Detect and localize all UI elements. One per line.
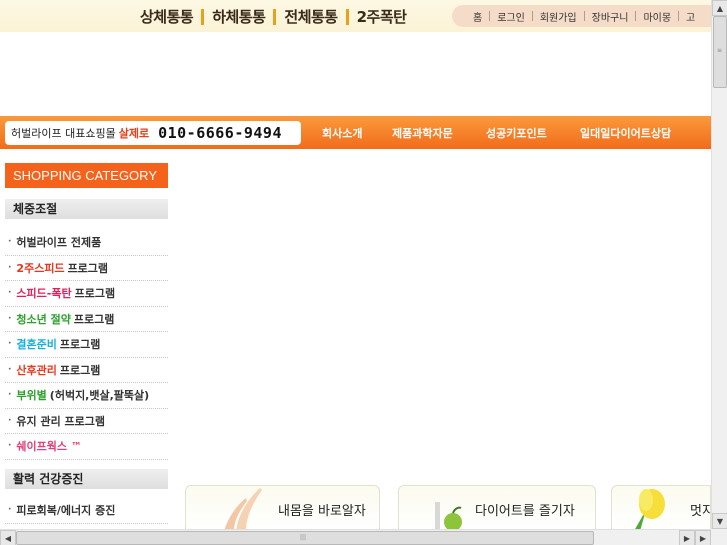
category-item[interactable]: · 청소년 절약 프로그램: [5, 307, 168, 332]
hand-image: [224, 488, 262, 529]
promo-link-2week[interactable]: 2주폭탄: [357, 6, 407, 27]
phone-box: 허벌라이프 대표쇼핑몰 살제로 010-6666-9494: [5, 121, 301, 145]
banner-title: 다이어트를 즐기자: [475, 504, 575, 519]
category-item-highlight: 청소년 절약: [16, 312, 71, 326]
banner-enjoy-diet[interactable]: 다이어트를 즐기자: [398, 485, 596, 530]
horizontal-scrollbar[interactable]: ◀ ||| ▶ ▶: [0, 529, 711, 545]
bullet-icon: ·: [8, 390, 12, 401]
category-item-label: 프로그램: [67, 261, 109, 275]
vertical-scrollbar[interactable]: ▲ ≡ ▼: [711, 0, 727, 529]
category-item-highlight: 결혼준비: [16, 338, 57, 352]
scroll-down-button[interactable]: ▼: [712, 513, 727, 529]
category-item-label: 프로그램: [74, 287, 116, 301]
section-vitality-title: 활력 건강증진: [5, 469, 168, 489]
category-item-label: 피로회복/에너지 증진: [16, 504, 116, 518]
category-item-label: 프로그램: [73, 312, 115, 326]
category-item[interactable]: · 쉐이프웍스 ™: [5, 434, 168, 460]
util-join-link[interactable]: 회원가입: [533, 9, 584, 24]
promo-nav: 상체통통 하체통통 전체통통 2주폭탄: [140, 6, 407, 27]
banner-stylish[interactable]: 멋지: [611, 485, 711, 530]
category-item-highlight: 스피드-폭탄: [16, 287, 72, 301]
top-promo-strip: 상체통통 하체통통 전체통통 2주폭탄 홈 로그인 회원가입 장바구니 마이몽 …: [0, 0, 714, 32]
nav-science[interactable]: 제품과학자문: [392, 125, 453, 141]
category-item[interactable]: · 결혼준비 프로그램: [5, 332, 168, 358]
banner-know-body[interactable]: 내몸을 바로알자: [185, 485, 380, 530]
category-item-highlight: 2주스피드: [16, 261, 65, 275]
category-item-highlight: 산후관리: [16, 363, 57, 377]
category-item[interactable]: · 스피드-폭탄 프로그램: [5, 281, 168, 307]
category-item[interactable]: · 산후관리 프로그램: [5, 358, 168, 383]
scroll-right-button[interactable]: ▶: [679, 530, 695, 545]
apple-image: [435, 502, 462, 529]
bullet-icon: ·: [8, 339, 12, 350]
shopping-category-header: SHOPPING CATEGORY: [5, 163, 168, 188]
scroll-right-end-button[interactable]: ▶: [695, 530, 711, 545]
banner-title: 내몸을 바로알자: [278, 504, 366, 519]
vertical-scroll-thumb[interactable]: ≡: [713, 16, 727, 88]
util-more-link[interactable]: 고: [679, 9, 702, 24]
category-item-label: 프로그램: [59, 363, 101, 377]
bullet-icon: ·: [8, 415, 12, 426]
category-item-label: 프로그램: [59, 338, 101, 352]
phone-number: 010-6666-9494: [158, 124, 282, 142]
scroll-left-button[interactable]: ◀: [0, 530, 16, 545]
scrollbar-corner: [711, 529, 727, 545]
nav-consult[interactable]: 일대일다이어트상담: [580, 125, 671, 141]
horizontal-scroll-thumb[interactable]: |||: [16, 531, 594, 545]
category-item[interactable]: · 유지 관리 프로그램: [5, 409, 168, 434]
bullet-icon: ·: [8, 237, 12, 248]
vitality-menu: · 피로회복/에너지 증진: [5, 498, 168, 524]
category-item[interactable]: · 허벌라이프 전제품: [5, 230, 168, 256]
bullet-icon: ·: [8, 262, 12, 273]
tulip-image: [635, 489, 665, 529]
category-item-label: (허벅지,뱃살,팔뚝살): [49, 389, 150, 403]
category-item[interactable]: · 부위별 (허벅지,뱃살,팔뚝살): [5, 383, 168, 409]
category-item[interactable]: · 2주스피드 프로그램: [5, 256, 168, 281]
category-item[interactable]: · 피로회복/에너지 증진: [5, 498, 168, 524]
bullet-icon: ·: [8, 441, 12, 452]
bullet-icon: ·: [8, 313, 12, 324]
util-home-link[interactable]: 홈: [466, 9, 489, 24]
promo-separator: [201, 8, 205, 25]
section-weight-control-title: 체중조절: [5, 199, 168, 219]
category-item-label: 허벌라이프 전제품: [16, 236, 102, 250]
bullet-icon: ·: [8, 505, 12, 516]
promo-link-whole[interactable]: 전체통통: [284, 6, 338, 27]
category-item-label: 유지 관리 프로그램: [16, 414, 106, 428]
bullet-icon: ·: [8, 364, 12, 375]
bullet-icon: ·: [8, 288, 12, 299]
shop-brand-highlight: 살제로: [118, 127, 150, 140]
scroll-up-button[interactable]: ▲: [712, 0, 727, 16]
promo-link-lower[interactable]: 하체통통: [212, 6, 266, 27]
category-item-highlight: 쉐이프웍스 ™: [16, 440, 82, 454]
nav-company[interactable]: 회사소개: [322, 125, 362, 141]
banner-title: 멋지: [690, 504, 710, 519]
main-nav-bar: 허벌라이프 대표쇼핑몰 살제로 010-6666-9494 회사소개 제품과학자…: [0, 116, 711, 149]
util-cart-link[interactable]: 장바구니: [585, 9, 636, 24]
utility-nav: 홈 로그인 회원가입 장바구니 마이몽 고: [452, 5, 714, 27]
category-item-highlight: 부위별: [16, 389, 47, 403]
util-login-link[interactable]: 로그인: [490, 9, 532, 24]
promo-separator: [273, 8, 277, 25]
util-mypage-link[interactable]: 마이몽: [636, 9, 678, 24]
weight-control-menu: · 허벌라이프 전제품 · 2주스피드 프로그램 · 스피드-폭탄 프로그램 · 청소년 절약 프로…: [5, 230, 168, 460]
nav-keypoint[interactable]: 성공키포인트: [486, 125, 547, 141]
promo-separator: [345, 8, 349, 25]
shop-label: 허벌라이프 대표쇼핑몰: [11, 127, 116, 140]
promo-link-upper[interactable]: 상체통통: [140, 6, 194, 27]
